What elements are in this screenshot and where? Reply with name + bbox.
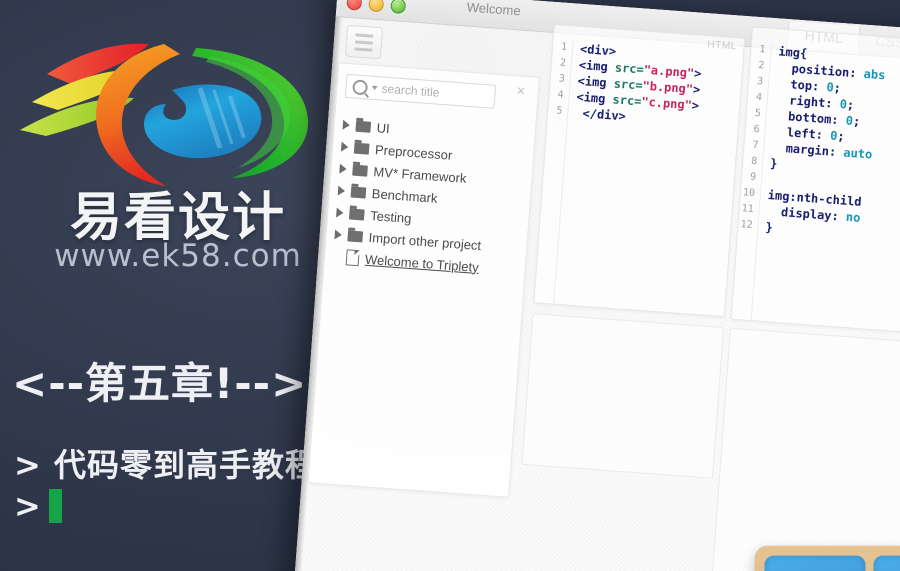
hamburger-line <box>354 39 374 45</box>
hamburger-icon[interactable] <box>344 24 384 60</box>
hamburger-line <box>355 32 374 38</box>
tree-item-label: Benchmark <box>371 185 439 206</box>
hamburger-line <box>354 46 373 52</box>
folder-icon <box>353 142 370 155</box>
folder-icon <box>350 186 367 199</box>
css-code-body: 1 2 3 4 5 6 7 8 9 10 11 12 img{ position… <box>731 41 900 333</box>
project-sidebar: search title × UI Preprocessor MV* Frame… <box>307 62 540 498</box>
lower-left-panel[interactable] <box>521 313 725 479</box>
chevron-right-icon[interactable] <box>342 119 351 131</box>
file-icon <box>345 249 360 267</box>
tree-item-label: Welcome to Triplety <box>364 251 480 275</box>
file-tree: UI Preprocessor MV* Framework Benchmark <box>328 113 535 281</box>
chevron-right-icon[interactable] <box>334 229 343 240</box>
search-input[interactable]: search title <box>344 73 497 109</box>
minimize-button[interactable] <box>368 0 385 13</box>
close-button[interactable] <box>346 0 363 11</box>
preview-thumbnail[interactable] <box>873 555 900 571</box>
tree-item-label: Testing <box>369 207 412 226</box>
tab-welcome[interactable]: Welcome <box>466 0 521 18</box>
chevron-right-icon[interactable] <box>340 141 349 153</box>
folder-icon <box>348 207 365 221</box>
html-editor-pane[interactable]: HTML 1 2 3 4 5 <div> <img src="a.png"> <… <box>533 23 746 318</box>
preview-panel[interactable] <box>707 327 900 571</box>
window-controls[interactable] <box>346 0 407 14</box>
poster-canvas: 易看设计 www.ek58.com <--第五章!--> > 代码零到高手教程 … <box>0 0 900 571</box>
css-code-text[interactable]: img{ position: abs top: 0; right: 0; bot… <box>752 43 887 329</box>
cursor-block <box>48 489 62 523</box>
close-icon[interactable]: × <box>513 82 528 100</box>
html-code-text[interactable]: <div> <img src="a.png"> <img src="b.png"… <box>554 40 703 313</box>
folder-icon <box>355 120 372 133</box>
preview-thumbnail[interactable] <box>764 555 866 571</box>
chevron-down-icon[interactable] <box>371 85 378 91</box>
prompt-line: > <box>14 487 62 525</box>
chevron-right-icon[interactable] <box>337 185 346 197</box>
chevron-right-icon[interactable] <box>336 207 344 218</box>
preview-card[interactable] <box>754 545 900 571</box>
editor-window: Welcome HTML CSS search title × <box>291 0 900 571</box>
folder-icon <box>352 164 368 177</box>
html-code-body: 1 2 3 4 5 <div> <img src="a.png"> <img s… <box>534 38 743 316</box>
folder-icon <box>347 229 364 242</box>
zoom-button[interactable] <box>390 0 407 14</box>
headline-text: <--第五章!--> <box>12 359 308 408</box>
search-placeholder: search title <box>381 81 441 100</box>
search-row: search title × <box>344 73 530 113</box>
tree-item-label: Preprocessor <box>374 141 453 163</box>
brand-url: www.ek58.com <box>54 238 302 274</box>
search-icon <box>352 78 369 95</box>
tree-item-label: UI <box>376 119 391 136</box>
css-editor-pane[interactable]: 1 2 3 4 5 6 7 8 9 10 11 12 img{ position… <box>730 26 900 335</box>
prompt-symbol: > <box>14 487 41 525</box>
chevron-right-icon[interactable] <box>339 163 347 175</box>
subline-text: > 代码零到高手教程 <box>14 446 318 484</box>
